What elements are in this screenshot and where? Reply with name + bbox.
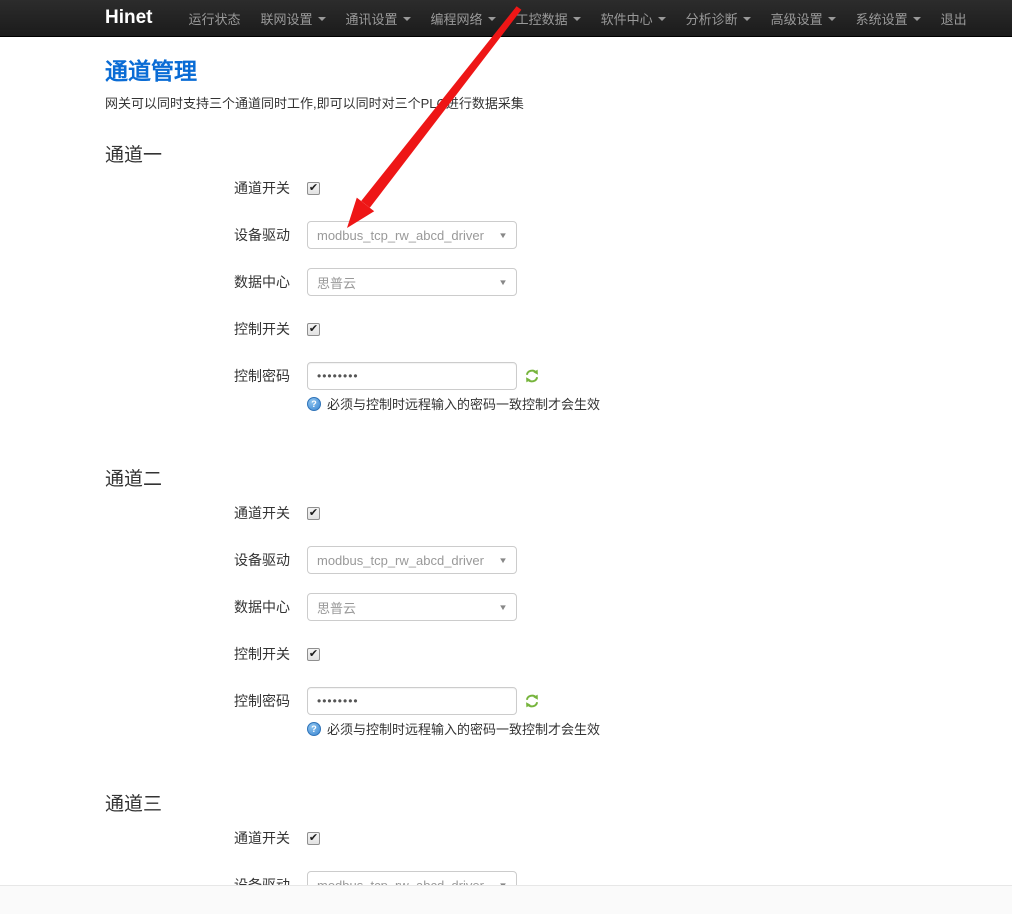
control-password-label: 控制密码 [105, 691, 290, 711]
form-row-device-driver: 设备驱动 modbus_tcp_rw_abcd_driver ▼ [105, 546, 972, 574]
form-row-control-password: 控制密码 [105, 687, 972, 715]
caret-down-icon [828, 17, 836, 21]
channel-switch-label: 通道开关 [105, 503, 290, 523]
form-row-control-switch: 控制开关 ✔ [105, 315, 972, 343]
brand-logo[interactable]: Hinet [105, 7, 153, 29]
caret-down-icon [573, 17, 581, 21]
nav-item-analysis-diagnosis[interactable]: 分析诊断 [676, 0, 761, 38]
caret-down-icon [658, 17, 666, 21]
channel-3-section: 通道三 通道开关 ✔ 设备驱动 modbus_tcp_rw_abcd_drive… [105, 794, 972, 899]
nav-item-software-center[interactable]: 软件中心 [591, 0, 676, 38]
channel-switch-label: 通道开关 [105, 178, 290, 198]
caret-down-icon [318, 17, 326, 21]
device-driver-label: 设备驱动 [105, 550, 290, 570]
password-help: ? 必须与控制时远程输入的密码一致控制才会生效 [307, 394, 972, 413]
form-row-channel-switch: 通道开关 ✔ [105, 499, 972, 527]
data-center-select[interactable]: 思普云 ▼ [307, 593, 517, 621]
control-switch-label: 控制开关 [105, 319, 290, 339]
form-row-channel-switch: 通道开关 ✔ [105, 174, 972, 202]
caret-down-icon [743, 17, 751, 21]
control-password-label: 控制密码 [105, 366, 290, 386]
form-row-channel-switch: 通道开关 ✔ [105, 824, 972, 852]
nav-item-industrial-data[interactable]: 工控数据 [506, 0, 591, 38]
form-row-control-switch: 控制开关 ✔ [105, 640, 972, 668]
form-row-device-driver: 设备驱动 modbus_tcp_rw_abcd_driver ▼ [105, 221, 972, 249]
nav-item-logout[interactable]: 退出 [931, 0, 977, 38]
nav-item-running-status[interactable]: 运行状态 [179, 0, 251, 38]
control-password-input[interactable] [307, 362, 517, 390]
control-password-input[interactable] [307, 687, 517, 715]
refresh-icon[interactable] [524, 693, 540, 709]
nav-item-comm-settings[interactable]: 通讯设置 [336, 0, 421, 38]
control-switch-checkbox[interactable]: ✔ [307, 648, 320, 661]
control-switch-label: 控制开关 [105, 644, 290, 664]
channel-3-title: 通道三 [105, 794, 972, 816]
select-caret-icon: ▼ [498, 603, 508, 612]
data-center-label: 数据中心 [105, 597, 290, 617]
channel-switch-checkbox[interactable]: ✔ [307, 507, 320, 520]
select-caret-icon: ▼ [498, 278, 508, 287]
caret-down-icon [403, 17, 411, 21]
help-icon: ? [307, 397, 321, 411]
channel-switch-checkbox[interactable]: ✔ [307, 832, 320, 845]
device-driver-label: 设备驱动 [105, 225, 290, 245]
nav-item-advanced-settings[interactable]: 高级设置 [761, 0, 846, 38]
channel-1-section: 通道一 通道开关 ✔ 设备驱动 modbus_tcp_rw_abcd_drive… [105, 145, 972, 414]
select-caret-icon: ▼ [498, 556, 508, 565]
channel-switch-checkbox[interactable]: ✔ [307, 182, 320, 195]
password-help: ? 必须与控制时远程输入的密码一致控制才会生效 [307, 719, 972, 738]
channel-switch-label: 通道开关 [105, 828, 290, 848]
refresh-icon[interactable] [524, 368, 540, 384]
data-center-label: 数据中心 [105, 272, 290, 292]
channel-2-section: 通道二 通道开关 ✔ 设备驱动 modbus_tcp_rw_abcd_drive… [105, 469, 972, 738]
select-caret-icon: ▼ [498, 231, 508, 240]
nav-menu: 运行状态 联网设置 通讯设置 编程网络 工控数据 软件中心 分析诊断 高级设置 … [179, 0, 977, 38]
caret-down-icon [913, 17, 921, 21]
form-row-data-center: 数据中心 思普云 ▼ [105, 268, 972, 296]
channel-1-title: 通道一 [105, 145, 972, 167]
page-subtitle: 网关可以同时支持三个通道同时工作,即可以同时对三个PLC进行数据采集 [105, 93, 972, 112]
nav-item-system-settings[interactable]: 系统设置 [846, 0, 931, 38]
form-row-data-center: 数据中心 思普云 ▼ [105, 593, 972, 621]
channel-2-title: 通道二 [105, 469, 972, 491]
main-content: 通道管理 网关可以同时支持三个通道同时工作,即可以同时对三个PLC进行数据采集 … [0, 58, 1012, 899]
form-row-control-password: 控制密码 [105, 362, 972, 390]
caret-down-icon [488, 17, 496, 21]
password-help-text: 必须与控制时远程输入的密码一致控制才会生效 [327, 719, 600, 738]
device-driver-select[interactable]: modbus_tcp_rw_abcd_driver ▼ [307, 546, 517, 574]
nav-item-programming-network[interactable]: 编程网络 [421, 0, 506, 38]
data-center-select[interactable]: 思普云 ▼ [307, 268, 517, 296]
page-end-strip [0, 885, 1012, 914]
password-help-text: 必须与控制时远程输入的密码一致控制才会生效 [327, 394, 600, 413]
page-title: 通道管理 [105, 58, 972, 86]
top-navbar: Hinet 运行状态 联网设置 通讯设置 编程网络 工控数据 软件中心 分析诊断… [0, 0, 1012, 37]
device-driver-select[interactable]: modbus_tcp_rw_abcd_driver ▼ [307, 221, 517, 249]
control-switch-checkbox[interactable]: ✔ [307, 323, 320, 336]
nav-item-network-settings[interactable]: 联网设置 [251, 0, 336, 38]
help-icon: ? [307, 722, 321, 736]
